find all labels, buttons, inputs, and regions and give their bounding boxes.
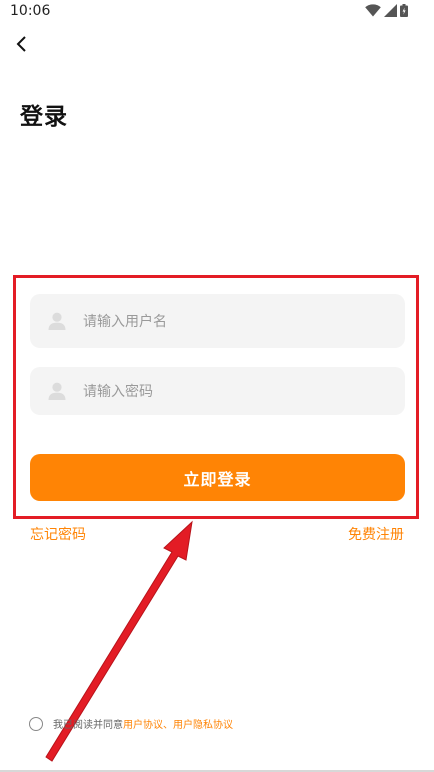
agreement-separator: 、	[163, 720, 173, 731]
agreement-text: 我已阅读并同意	[53, 720, 123, 731]
agreement-radio[interactable]	[29, 716, 43, 731]
back-arrow-icon	[15, 35, 29, 57]
status-icons	[365, 2, 408, 21]
agreement-row: 我已阅读并同意 用户协议 、 用户隐私协议	[29, 716, 233, 731]
register-link[interactable]: 免费注册	[348, 524, 404, 544]
password-placeholder: 请输入密码	[83, 384, 153, 400]
privacy-agreement-link[interactable]: 用户隐私协议	[173, 716, 233, 731]
user-agreement-link[interactable]: 用户协议	[123, 716, 163, 731]
user-icon	[46, 380, 68, 402]
wifi-icon	[365, 2, 381, 21]
password-field[interactable]: 请输入密码	[30, 367, 405, 415]
back-button[interactable]	[8, 32, 36, 60]
username-field[interactable]: 请输入用户名	[30, 294, 405, 348]
battery-icon	[400, 2, 408, 21]
user-icon	[46, 310, 68, 332]
login-button[interactable]: 立即登录	[30, 454, 405, 501]
status-bar: 10:06	[0, 0, 434, 24]
forgot-password-link[interactable]: 忘记密码	[30, 524, 86, 544]
username-placeholder: 请输入用户名	[83, 314, 167, 330]
status-time: 10:06	[10, 3, 51, 19]
signal-icon	[384, 2, 397, 21]
login-screen: 10:06 登录 请输入用户名 请输入密码 立即登录 忘记密码 免费注册 我已阅…	[0, 0, 434, 772]
page-title: 登录	[20, 104, 68, 130]
